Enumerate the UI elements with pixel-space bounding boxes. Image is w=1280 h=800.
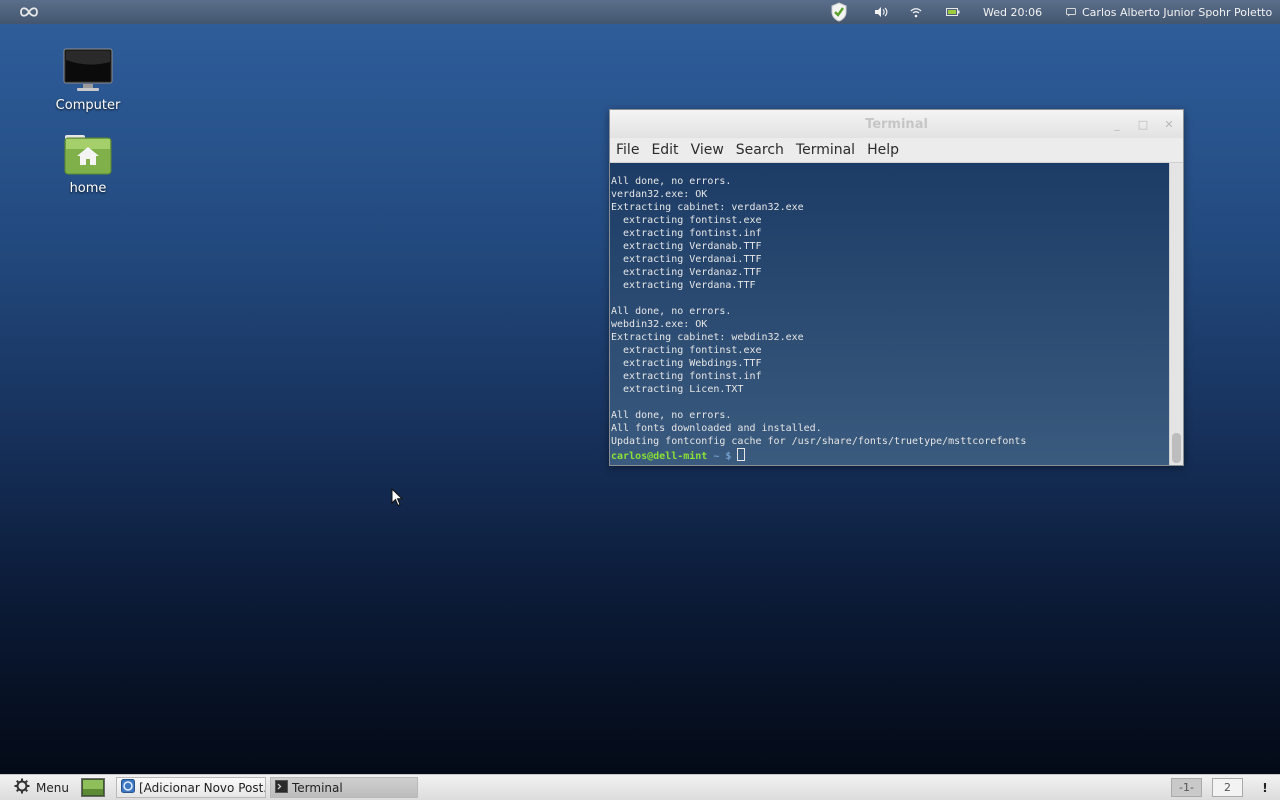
top-panel: Wed 20:06 Carlos Alberto Junior Spohr Po… <box>0 0 1280 24</box>
menu-file[interactable]: File <box>616 142 639 158</box>
notification-alert-icon[interactable]: ! <box>1258 775 1272 800</box>
minimize-icon[interactable]: _ <box>1109 118 1125 131</box>
gear-icon <box>14 778 30 797</box>
user-name: Carlos Alberto Junior Spohr Poletto <box>1082 5 1273 19</box>
terminal-scrollbar[interactable] <box>1169 163 1183 465</box>
monitor-icon <box>63 48 113 96</box>
close-icon[interactable]: ✕ <box>1161 118 1177 131</box>
battery-icon[interactable] <box>944 0 962 24</box>
menu-label: Menu <box>36 780 69 795</box>
workspace-1[interactable]: -1- <box>1171 778 1202 797</box>
prompt-user: carlos@dell-mint <box>611 451 708 462</box>
user-chat-icon <box>1066 7 1076 17</box>
menu-button[interactable]: Menu <box>14 775 69 800</box>
menu-terminal[interactable]: Terminal <box>796 142 855 158</box>
home-folder-icon <box>64 133 112 179</box>
menu-edit[interactable]: Edit <box>651 142 678 158</box>
show-desktop-icon[interactable] <box>81 778 105 797</box>
workspace-2[interactable]: 2 <box>1212 778 1243 797</box>
desktop-icon-label: home <box>69 181 107 196</box>
window-titlebar[interactable]: Terminal _ □ ✕ <box>610 110 1183 138</box>
window-controls: _ □ ✕ <box>1109 110 1177 138</box>
taskbar-item-browser[interactable]: [Adicionar Novo Post... <box>116 777 266 798</box>
prompt-line[interactable]: carlos@dell-mint ~ $ <box>610 448 1169 463</box>
browser-icon <box>121 779 135 796</box>
terminal-output-area[interactable]: All done, no errors. verdan32.exe: OK Ex… <box>610 163 1169 465</box>
taskbar-item-label: [Adicionar Novo Post... <box>139 780 266 795</box>
terminal-menubar: File Edit View Search Terminal Help <box>610 138 1183 163</box>
desktop-icon-label: Computer <box>55 98 121 113</box>
mint-infinity-logo-icon[interactable] <box>18 0 40 24</box>
terminal-window[interactable]: Terminal _ □ ✕ File Edit View Search Ter… <box>609 109 1184 466</box>
desktop-icon-home[interactable]: home <box>38 133 138 196</box>
wifi-icon[interactable] <box>908 0 924 24</box>
mouse-pointer-icon <box>391 487 404 511</box>
taskbar-item-terminal[interactable]: Terminal <box>270 777 418 798</box>
menu-search[interactable]: Search <box>736 142 784 158</box>
clock[interactable]: Wed 20:06 <box>983 0 1063 24</box>
shield-update-icon[interactable] <box>828 0 850 24</box>
menu-view[interactable]: View <box>691 142 724 158</box>
window-title: Terminal <box>865 116 928 132</box>
text-cursor <box>737 448 746 461</box>
scrollbar-thumb[interactable] <box>1172 433 1181 463</box>
desktop-icon-computer[interactable]: Computer <box>38 48 138 113</box>
bottom-panel: Menu [Adicionar Novo Post... Terminal -1… <box>0 774 1280 800</box>
user-menu[interactable]: Carlos Alberto Junior Spohr Poletto <box>1066 0 1272 24</box>
prompt-path: ~ $ <box>707 451 738 462</box>
taskbar-item-label: Terminal <box>292 780 343 795</box>
volume-icon[interactable] <box>872 0 890 24</box>
maximize-icon[interactable]: □ <box>1135 118 1151 131</box>
terminal-icon <box>275 779 288 796</box>
menu-help[interactable]: Help <box>867 142 899 158</box>
terminal-output: All done, no errors. verdan32.exe: OK Ex… <box>611 176 1027 447</box>
